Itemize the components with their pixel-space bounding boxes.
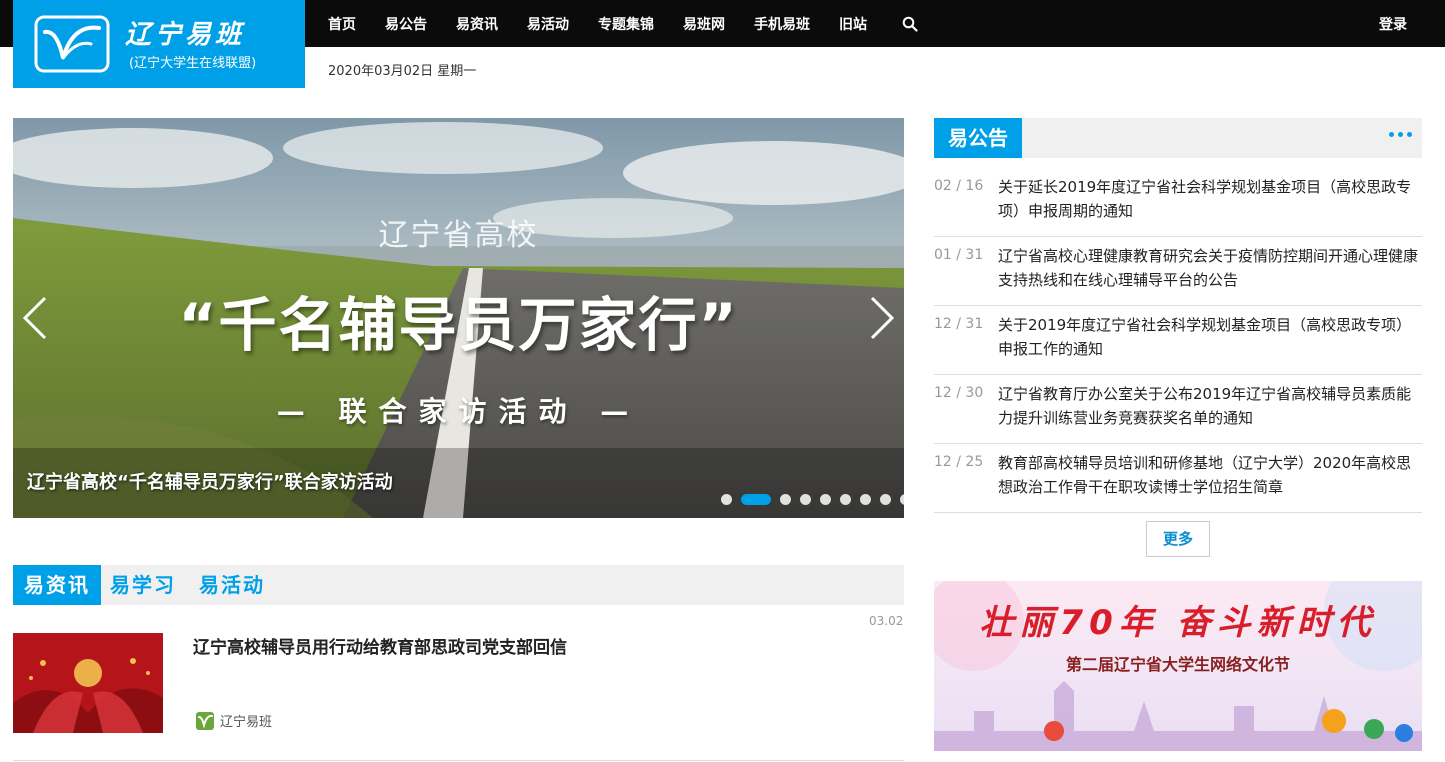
slider-dot[interactable] xyxy=(741,494,771,505)
nav-item-home[interactable]: 首页 xyxy=(328,14,356,34)
announcements-heading: 易公告 xyxy=(934,118,1022,158)
more-dots-icon[interactable] xyxy=(1385,132,1412,137)
slider-dot[interactable] xyxy=(840,494,851,505)
announcement-title[interactable]: 辽宁省高校心理健康教育研究会关于疫情防控期间开通心理健康支持热线和在线心理辅导平… xyxy=(998,244,1422,292)
announcement-title[interactable]: 教育部高校辅导员培训和研修基地（辽宁大学）2020年高校思想政治工作骨干在职攻读… xyxy=(998,451,1422,499)
search-icon[interactable] xyxy=(902,16,918,32)
hero-slider[interactable]: 辽宁省高校 “千名辅导员万家行” — 联合家访活动 — 辽宁省高校“千名辅导员万… xyxy=(13,118,904,518)
logo-subtitle: (辽宁大学生在线联盟) xyxy=(129,56,257,71)
announcement-date: 02 / 16 xyxy=(934,178,984,194)
slider-dot[interactable] xyxy=(900,494,904,505)
nav-item-old-site[interactable]: 旧站 xyxy=(839,14,867,34)
announcement-item[interactable]: 01 / 31 辽宁省高校心理健康教育研究会关于疫情防控期间开通心理健康支持热线… xyxy=(934,237,1422,306)
news-thumbnail-image[interactable] xyxy=(13,633,163,733)
login-link[interactable]: 登录 xyxy=(1379,14,1407,34)
slider-dot[interactable] xyxy=(800,494,811,505)
announcements-header: 易公告 xyxy=(934,118,1422,158)
news-divider xyxy=(13,760,904,761)
announcement-item[interactable]: 12 / 25 教育部高校辅导员培训和研修基地（辽宁大学）2020年高校思想政治… xyxy=(934,444,1422,513)
nav-item-announcements[interactable]: 易公告 xyxy=(385,14,427,34)
logo-title: 辽宁易班 xyxy=(125,20,246,50)
announcement-item[interactable]: 12 / 30 辽宁省教育厅办公室关于公布2019年辽宁省高校辅导员素质能力提升… xyxy=(934,375,1422,444)
tab-learning[interactable]: 易学习 xyxy=(110,565,176,605)
slide-headline: “千名辅导员万家行” xyxy=(178,291,739,359)
announcements-list: 02 / 16 关于延长2019年度辽宁省社会科学规划基金项目（高校思政专项）申… xyxy=(934,168,1422,513)
banner-title: 壮丽70年 奋斗新时代 xyxy=(979,603,1377,643)
tab-activities[interactable]: 易活动 xyxy=(199,565,265,605)
culture-festival-banner[interactable]: 壮丽70年 奋斗新时代 第二届辽宁省大学生网络文化节 xyxy=(934,581,1422,751)
yiban-logo-icon xyxy=(34,15,110,73)
slider-dot[interactable] xyxy=(780,494,791,505)
yiban-source-icon xyxy=(196,711,214,730)
next-slide-arrow-icon[interactable] xyxy=(868,294,896,342)
slide-subtitle: 辽宁省高校 xyxy=(378,218,539,253)
nav-item-mobile[interactable]: 手机易班 xyxy=(754,14,810,34)
main-nav: 首页 易公告 易资讯 易活动 专题集锦 易班网 手机易班 旧站 xyxy=(328,0,918,47)
announcement-date: 01 / 31 xyxy=(934,247,984,263)
announcement-item[interactable]: 02 / 16 关于延长2019年度辽宁省社会科学规划基金项目（高校思政专项）申… xyxy=(934,168,1422,237)
announcement-title[interactable]: 辽宁省教育厅办公室关于公布2019年辽宁省高校辅导员素质能力提升训练营业务竞赛获… xyxy=(998,382,1422,430)
news-date: 03.02 xyxy=(869,614,904,628)
nav-item-news[interactable]: 易资讯 xyxy=(456,14,498,34)
current-date: 2020年03月02日 星期一 xyxy=(328,64,477,79)
tab-news[interactable]: 易资讯 xyxy=(13,565,101,605)
slide-tagline: — 联合家访活动 — xyxy=(276,395,641,428)
announcement-item[interactable]: 12 / 31 关于2019年度辽宁省社会科学规划基金项目（高校思政专项）申报工… xyxy=(934,306,1422,375)
announcement-date: 12 / 25 xyxy=(934,454,984,470)
announcement-title[interactable]: 关于2019年度辽宁省社会科学规划基金项目（高校思政专项）申报工作的通知 xyxy=(998,313,1422,361)
slider-dot[interactable] xyxy=(860,494,871,505)
slide-caption[interactable]: 辽宁省高校“千名辅导员万家行”联合家访活动 xyxy=(27,468,393,494)
news-title[interactable]: 辽宁高校辅导员用行动给教育部思政司党支部回信 xyxy=(193,633,567,658)
nav-item-activities[interactable]: 易活动 xyxy=(527,14,569,34)
nav-item-yiban-net[interactable]: 易班网 xyxy=(683,14,725,34)
announcement-date: 12 / 30 xyxy=(934,385,984,401)
slider-pagination xyxy=(721,494,904,505)
slider-dot[interactable] xyxy=(880,494,891,505)
site-logo[interactable]: 辽宁易班 (辽宁大学生在线联盟) xyxy=(13,0,305,88)
slider-dot[interactable] xyxy=(721,494,732,505)
news-tabs: 易资讯 易学习 易活动 xyxy=(13,565,904,605)
announcement-title[interactable]: 关于延长2019年度辽宁省社会科学规划基金项目（高校思政专项）申报周期的通知 xyxy=(998,175,1422,223)
news-source-label: 辽宁易班 xyxy=(220,715,273,730)
more-announcements-button[interactable]: 更多 xyxy=(1146,521,1210,557)
announcement-date: 12 / 31 xyxy=(934,316,984,332)
banner-subtitle: 第二届辽宁省大学生网络文化节 xyxy=(1065,655,1290,674)
slider-dot[interactable] xyxy=(820,494,831,505)
previous-slide-arrow-icon[interactable] xyxy=(21,294,49,342)
nav-item-topics[interactable]: 专题集锦 xyxy=(598,14,654,34)
news-source: 辽宁易班 xyxy=(196,711,272,730)
